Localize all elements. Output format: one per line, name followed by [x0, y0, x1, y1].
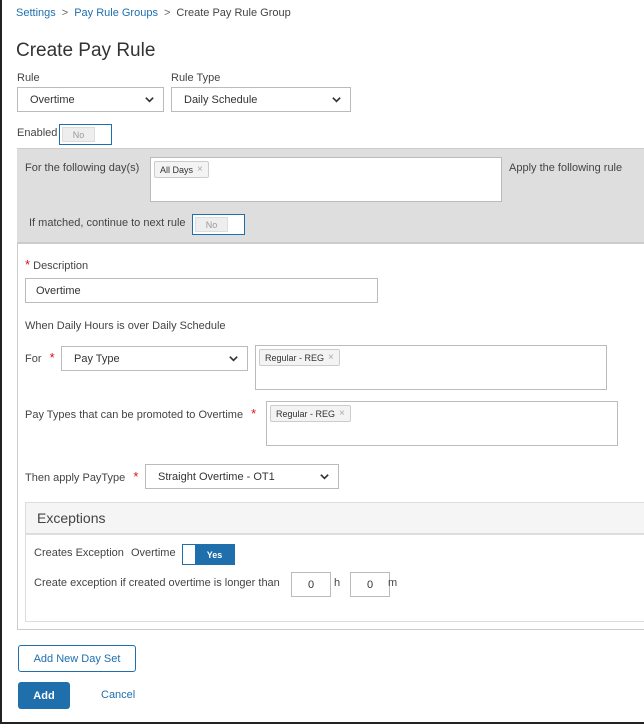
for-select[interactable]: Pay Type — [61, 346, 248, 371]
creates-exception-toggle[interactable]: Yes — [182, 544, 235, 565]
for-label: For * — [25, 350, 55, 365]
cancel-link[interactable]: Cancel — [101, 689, 135, 701]
breadcrumb-current: Create Pay Rule Group — [176, 7, 291, 19]
for-select-value: Pay Type — [74, 352, 120, 365]
tag-regular-reg: Regular - REG × — [270, 405, 351, 422]
enabled-toggle-value: No — [62, 127, 95, 142]
creates-exception-value: Yes — [195, 545, 234, 564]
then-apply-select-value: Straight Overtime - OT1 — [158, 470, 275, 483]
description-label-text: Description — [33, 260, 89, 272]
required-icon: * — [49, 350, 55, 365]
breadcrumb-settings[interactable]: Settings — [16, 7, 56, 19]
tag-label: Regular - REG — [276, 408, 336, 419]
rule-type-select-value: Daily Schedule — [184, 93, 258, 106]
breadcrumb-separator: > — [61, 7, 69, 19]
required-icon: * — [133, 469, 139, 484]
minutes-unit: m — [388, 577, 398, 589]
days-tag-input[interactable]: All Days × — [150, 157, 502, 202]
required-icon: * — [25, 257, 31, 272]
remove-tag-icon[interactable]: × — [197, 164, 203, 175]
for-tag-input[interactable]: Regular - REG × — [255, 345, 607, 390]
add-button[interactable]: Add — [18, 682, 70, 709]
rule-type-label: Rule Type — [171, 72, 221, 84]
continue-toggle[interactable]: No — [192, 214, 245, 235]
hours-unit: h — [334, 577, 341, 589]
promotable-tag-input[interactable]: Regular - REG × — [266, 401, 618, 446]
breadcrumb-separator: > — [163, 7, 171, 19]
breadcrumb-pay-rule-groups[interactable]: Pay Rule Groups — [74, 7, 158, 19]
toggle-knob — [183, 545, 195, 564]
apply-rule-label: Apply the following rule — [509, 162, 623, 174]
exceptions-panel: Exceptions — [25, 502, 644, 622]
remove-tag-icon[interactable]: × — [339, 408, 345, 419]
promotable-label: Pay Types that can be promoted to Overti… — [25, 406, 256, 421]
tag-regular-reg: Regular - REG × — [259, 349, 340, 366]
then-apply-label-text: Then apply PayType — [25, 472, 126, 484]
chevron-down-icon — [332, 97, 341, 103]
minutes-input[interactable]: 0 — [350, 572, 390, 597]
continue-label: If matched, continue to next rule — [29, 217, 186, 229]
enabled-toggle[interactable]: No — [59, 124, 112, 145]
chevron-down-icon — [145, 97, 154, 103]
remove-tag-icon[interactable]: × — [328, 352, 334, 363]
description-label: * Description — [25, 257, 88, 272]
creates-exception-label: Creates Exception Overtime — [34, 547, 176, 559]
required-icon: * — [251, 406, 257, 421]
tag-label: All Days — [160, 164, 194, 175]
add-new-day-set-button[interactable]: Add New Day Set — [18, 645, 136, 672]
rule-select-value: Overtime — [30, 93, 75, 106]
promotable-label-text: Pay Types that can be promoted to Overti… — [25, 409, 244, 421]
continue-toggle-value: No — [195, 217, 228, 232]
rule-label: Rule — [17, 72, 40, 84]
rule-type-select[interactable]: Daily Schedule — [171, 87, 351, 112]
breadcrumb: Settings > Pay Rule Groups > Create Pay Rule… — [16, 7, 291, 19]
creates-exception-type: Overtime — [130, 547, 176, 559]
hours-input[interactable]: 0 — [291, 572, 331, 597]
threshold-label: Create exception if created overtime is … — [34, 577, 280, 589]
then-apply-select[interactable]: Straight Overtime - OT1 — [145, 464, 339, 489]
for-label-text: For — [25, 353, 42, 365]
page-title: Create Pay Rule — [16, 40, 156, 61]
enabled-label: Enabled — [17, 127, 58, 139]
description-input[interactable]: Overtime — [25, 278, 378, 303]
creates-exception-text: Creates Exception — [34, 547, 124, 559]
condition-text: When Daily Hours is over Daily Schedule — [25, 320, 226, 332]
days-label: For the following day(s) — [25, 162, 140, 174]
exceptions-title: Exceptions — [26, 503, 644, 535]
rule-select[interactable]: Overtime — [17, 87, 164, 112]
then-apply-label: Then apply PayType * — [25, 469, 138, 484]
chevron-down-icon — [229, 356, 238, 362]
tag-label: Regular - REG — [265, 352, 325, 363]
tag-all-days: All Days × — [154, 161, 209, 178]
chevron-down-icon — [320, 474, 329, 480]
